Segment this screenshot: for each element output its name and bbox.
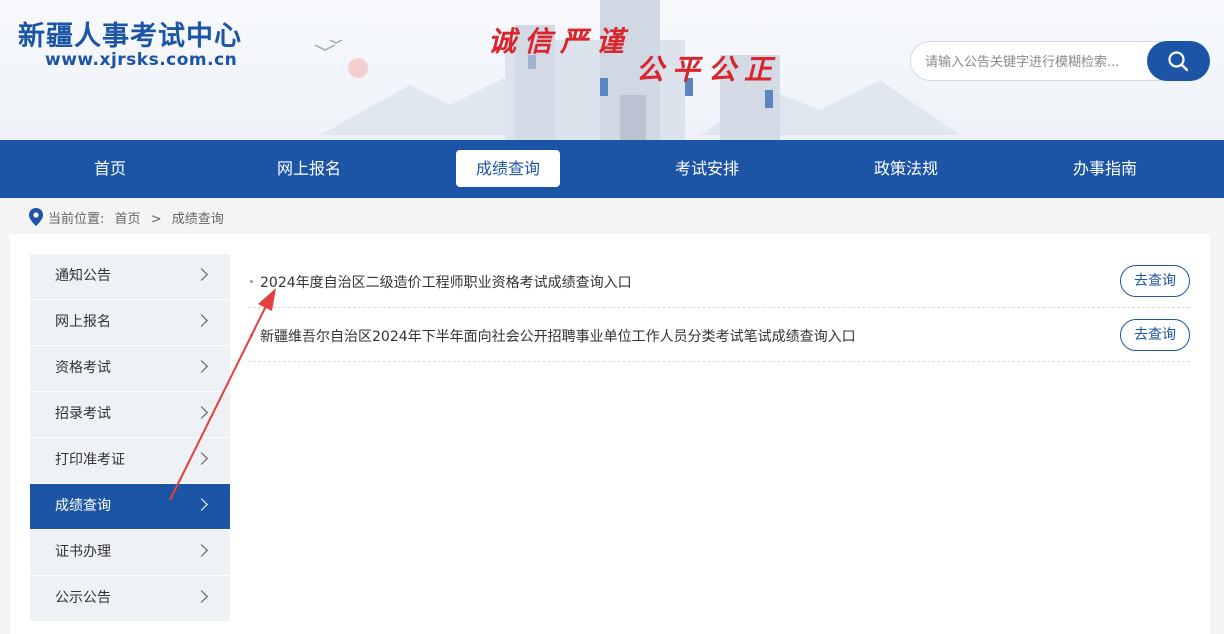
- sidebar-item-score-query[interactable]: 成绩查询: [30, 484, 230, 529]
- sidebar-item-label: 公示公告: [55, 590, 111, 606]
- sidebar-item-label: 成绩查询: [55, 498, 111, 514]
- list-item-title[interactable]: 新疆维吾尔自治区2024年下半年面向社会公开招聘事业单位工作人员分类考试笔试成绩…: [260, 326, 856, 346]
- sidebar-item-certificates[interactable]: 证书办理: [30, 530, 230, 575]
- main-content: 通知公告 网上报名 资格考试 招录考试 打印准考证 成绩查询 证书办理 公示公告…: [10, 234, 1210, 634]
- breadcrumb-label: 当前位置:: [48, 212, 105, 227]
- site-header: 新疆人事考试中心 www.xjrsks.com.cn 诚信严谨 公平公正: [0, 0, 1224, 140]
- bullet-icon: [250, 334, 253, 337]
- site-title[interactable]: 新疆人事考试中心: [18, 14, 242, 53]
- nav-item-score-query[interactable]: 成绩查询: [456, 150, 560, 187]
- chevron-right-icon: [195, 590, 208, 603]
- site-url[interactable]: www.xjrsks.com.cn: [45, 50, 237, 70]
- breadcrumb-bar: 当前位置: 首页 > 成绩查询: [10, 198, 1210, 234]
- list-item: 2024年度自治区二级造价工程师职业资格考试成绩查询入口 去查询: [248, 254, 1190, 308]
- chevron-right-icon: [195, 452, 208, 465]
- sidebar-item-label: 证书办理: [55, 544, 111, 560]
- breadcrumb-current[interactable]: 成绩查询: [172, 212, 224, 227]
- breadcrumb-separator: >: [150, 212, 162, 227]
- sidebar-item-recruitment-exams[interactable]: 招录考试: [30, 392, 230, 437]
- sidebar-item-label: 打印准考证: [55, 452, 125, 468]
- nav-item-home[interactable]: 首页: [58, 150, 162, 187]
- sidebar-item-label: 资格考试: [55, 360, 111, 376]
- bullet-icon: [250, 280, 253, 283]
- chevron-right-icon: [195, 314, 208, 327]
- chevron-right-icon: [195, 360, 208, 373]
- main-nav: 首页 网上报名 成绩查询 考试安排 政策法规 办事指南: [0, 140, 1224, 198]
- sidebar-item-online-registration[interactable]: 网上报名: [30, 300, 230, 345]
- nav-item-online-registration[interactable]: 网上报名: [257, 150, 361, 187]
- chevron-right-icon: [195, 544, 208, 557]
- sidebar-item-print-admission-ticket[interactable]: 打印准考证: [30, 438, 230, 483]
- query-button[interactable]: 去查询: [1120, 265, 1190, 297]
- chevron-right-icon: [195, 406, 208, 419]
- nav-item-guide[interactable]: 办事指南: [1053, 150, 1157, 187]
- list-item-title[interactable]: 2024年度自治区二级造价工程师职业资格考试成绩查询入口: [260, 272, 632, 292]
- nav-item-policies[interactable]: 政策法规: [854, 150, 958, 187]
- sidebar-item-label: 招录考试: [55, 406, 111, 422]
- sidebar-item-label: 网上报名: [55, 314, 111, 330]
- slogan-fairness: 公平公正: [636, 53, 781, 86]
- chevron-right-icon: [195, 268, 208, 281]
- sidebar-item-label: 通知公告: [55, 268, 111, 284]
- search-input[interactable]: [925, 51, 1125, 73]
- query-button[interactable]: 去查询: [1120, 319, 1190, 351]
- list-item: 新疆维吾尔自治区2024年下半年面向社会公开招聘事业单位工作人员分类考试笔试成绩…: [248, 308, 1190, 362]
- slogan-integrity: 诚信严谨: [488, 25, 633, 58]
- sidebar-item-public-announcements[interactable]: 公示公告: [30, 576, 230, 621]
- breadcrumb-home[interactable]: 首页: [115, 212, 141, 227]
- nav-item-exam-schedule[interactable]: 考试安排: [655, 150, 759, 187]
- sidebar: 通知公告 网上报名 资格考试 招录考试 打印准考证 成绩查询 证书办理 公示公告: [30, 254, 230, 622]
- search-icon: [1168, 51, 1189, 72]
- chevron-right-icon: [195, 498, 208, 511]
- breadcrumb: 当前位置: 首页 > 成绩查询: [48, 208, 230, 227]
- location-pin-icon: [29, 208, 43, 226]
- score-query-list: 2024年度自治区二级造价工程师职业资格考试成绩查询入口 去查询 新疆维吾尔自治…: [248, 254, 1190, 362]
- sidebar-item-notices[interactable]: 通知公告: [30, 254, 230, 299]
- sidebar-item-qualification-exams[interactable]: 资格考试: [30, 346, 230, 391]
- search-button[interactable]: [1147, 41, 1210, 81]
